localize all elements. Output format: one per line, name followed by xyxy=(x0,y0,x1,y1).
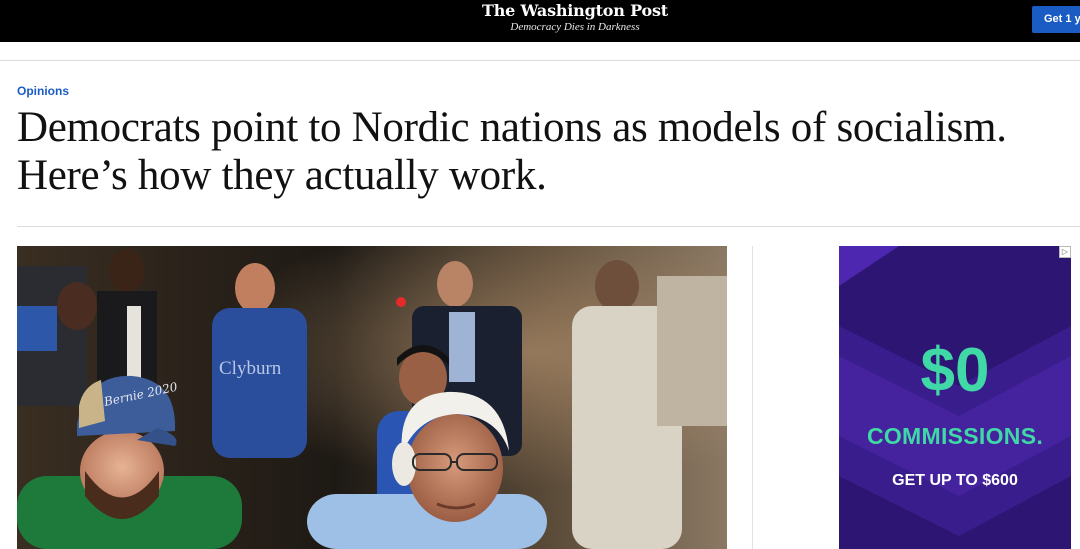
ad-zero-dollar-text: $0 xyxy=(920,336,990,405)
subscribe-button[interactable]: Get 1 y xyxy=(1032,6,1080,33)
masthead[interactable]: The Washington Post Democracy Dies in Da… xyxy=(0,0,1080,42)
ad-commissions-text: COMMISSIONS. xyxy=(866,423,1044,449)
lead-photo-illustration: Clyburn Bernie 2020 xyxy=(17,246,727,549)
photo-shirt-text: Clyburn xyxy=(219,358,282,379)
section-label-link[interactable]: Opinions xyxy=(17,84,69,98)
lead-photo[interactable]: Clyburn Bernie 2020 xyxy=(17,246,727,549)
headline-divider xyxy=(17,226,1080,227)
adchoices-icon[interactable]: ▷ xyxy=(1059,246,1071,258)
site-tagline: Democracy Dies in Darkness xyxy=(510,21,640,33)
ad-offer-text: GET UP TO $600 xyxy=(892,472,1018,489)
column-divider xyxy=(752,246,753,549)
site-logo[interactable]: The Washington Post xyxy=(0,0,1080,21)
header-divider xyxy=(0,60,1080,61)
top-navigation-bar: The Washington Post Democracy Dies in Da… xyxy=(0,0,1080,42)
article-headline: Democrats point to Nordic nations as mod… xyxy=(17,104,1007,199)
advertisement[interactable]: $0 COMMISSIONS. GET UP TO $600 xyxy=(839,246,1071,549)
